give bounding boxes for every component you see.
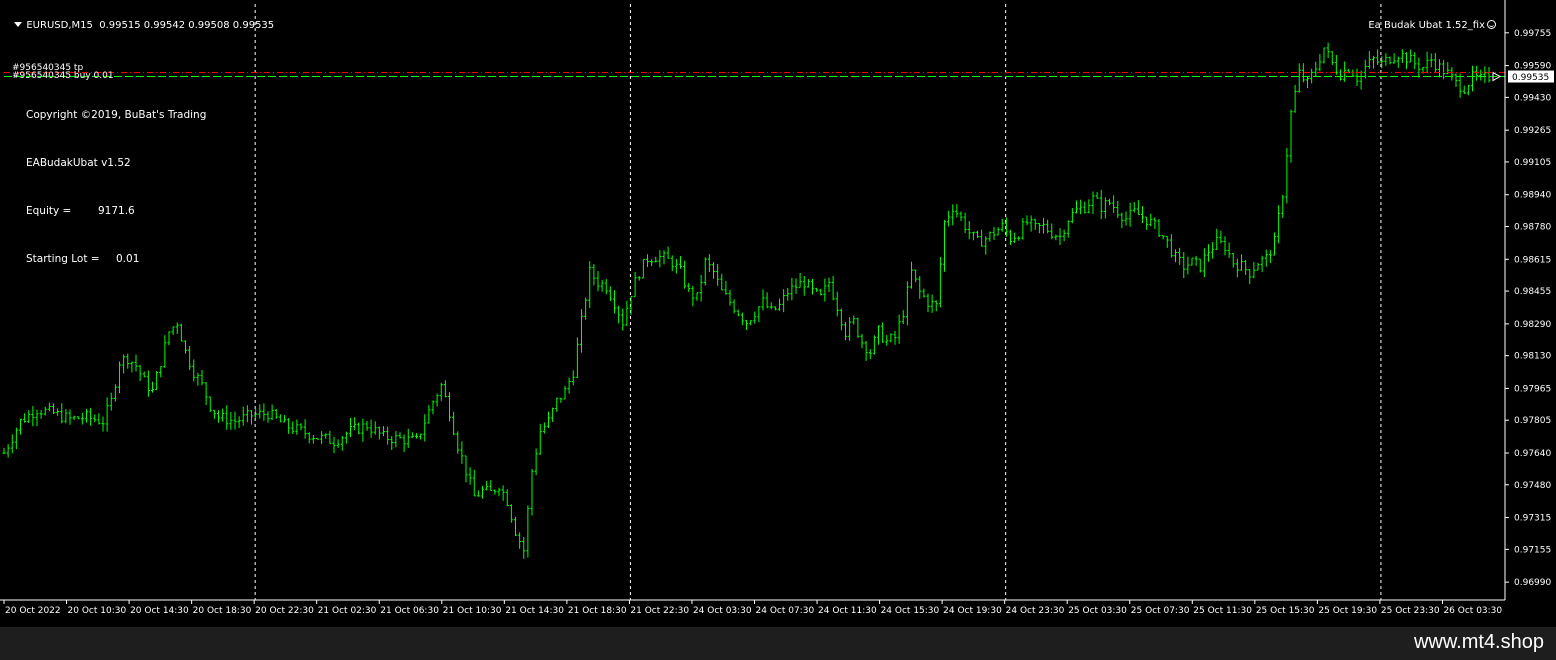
y-tick-label: 0.97640 xyxy=(1514,449,1551,459)
symbol-header[interactable]: EURUSD,M15 0.99515 0.99542 0.99508 0.995… xyxy=(8,8,274,32)
x-tick-label: 21 Oct 06:30 xyxy=(380,606,439,616)
x-tick-label: 21 Oct 10:30 xyxy=(443,606,502,616)
x-tick-label: 20 Oct 2022 xyxy=(5,606,61,616)
footer-bar: www.mt4.shop xyxy=(0,627,1556,660)
x-tick-label: 25 Oct 19:30 xyxy=(1318,606,1377,616)
watermark-text: www.mt4.shop xyxy=(1413,631,1544,653)
ohlc-values: 0.99515 0.99542 0.99508 0.99535 xyxy=(99,20,275,31)
y-tick-label: 0.98455 xyxy=(1514,287,1551,297)
y-tick-label: 0.98780 xyxy=(1514,223,1551,233)
ea-info-panel: Copyright ©2019, BuBat's Trading EABudak… xyxy=(26,75,206,283)
y-tick-label: 0.98615 xyxy=(1514,255,1551,265)
y-tick-label: 0.98130 xyxy=(1514,352,1551,362)
lot-label: Starting Lot = xyxy=(26,253,100,265)
y-tick-label: 0.99755 xyxy=(1514,29,1551,39)
x-tick-label: 21 Oct 18:30 xyxy=(568,606,627,616)
y-tick-label: 0.99105 xyxy=(1514,158,1551,168)
equity-value: 9171.6 xyxy=(98,205,135,217)
y-tick-label: 0.97805 xyxy=(1514,416,1551,426)
y-tick-label: 0.98940 xyxy=(1514,191,1551,201)
order-levels: 0.99535 xyxy=(4,70,1554,83)
y-tick-label: 0.99430 xyxy=(1514,93,1551,103)
y-tick-label: 0.99265 xyxy=(1514,126,1551,136)
x-tick-label: 24 Oct 03:30 xyxy=(693,606,752,616)
dropdown-arrow-icon[interactable] xyxy=(14,22,23,27)
x-tick-label: 25 Oct 03:30 xyxy=(1068,606,1127,616)
x-tick-label: 21 Oct 14:30 xyxy=(505,606,564,616)
y-tick-label: 0.99590 xyxy=(1514,62,1551,72)
x-tick-label: 20 Oct 14:30 xyxy=(130,606,189,616)
x-tick-label: 25 Oct 07:30 xyxy=(1131,606,1190,616)
x-tick-label: 26 Oct 03:30 xyxy=(1443,606,1502,616)
y-tick-label: 0.97315 xyxy=(1514,514,1551,524)
equity-label: Equity = xyxy=(26,205,72,217)
price-chart[interactable]: 0.99535 0.99755 0.99590 0.99430 0.99265 0.99… xyxy=(0,0,1556,627)
x-tick-label: 24 Oct 07:30 xyxy=(756,606,815,616)
x-tick-label: 20 Oct 18:30 xyxy=(193,606,252,616)
x-tick-label: 25 Oct 11:30 xyxy=(1193,606,1252,616)
smiley-icon xyxy=(1487,20,1496,29)
copyright-text: Copyright ©2019, BuBat's Trading xyxy=(26,109,207,121)
x-tick-label: 21 Oct 02:30 xyxy=(318,606,377,616)
lot-value: 0.01 xyxy=(116,253,140,265)
ea-label[interactable]: Ea Budak Ubat 1.52_fix xyxy=(1362,8,1496,32)
y-tick-label: 0.97965 xyxy=(1514,384,1551,394)
x-tick-label: 24 Oct 11:30 xyxy=(818,606,877,616)
ea-name-text: Ea Budak Ubat 1.52_fix xyxy=(1368,20,1485,31)
y-tick-label: 0.97480 xyxy=(1514,481,1551,491)
y-tick-label: 0.98290 xyxy=(1514,320,1551,330)
x-tick-label: 25 Oct 23:30 xyxy=(1381,606,1440,616)
x-tick-label: 20 Oct 22:30 xyxy=(255,606,314,616)
y-tick-label: 0.96990 xyxy=(1514,578,1551,588)
y-tick-label: 0.97155 xyxy=(1514,545,1551,555)
candles xyxy=(2,42,1491,559)
x-tick-label: 20 Oct 10:30 xyxy=(68,606,127,616)
x-tick-label: 24 Oct 23:30 xyxy=(1006,606,1065,616)
ea-version-text: EABudakUbat v1.52 xyxy=(26,157,131,169)
x-tick-label: 24 Oct 19:30 xyxy=(943,606,1002,616)
chart-grid xyxy=(254,4,1382,600)
x-tick-label: 21 Oct 22:30 xyxy=(630,606,689,616)
lot-row: Starting Lot = 0.01 xyxy=(26,251,206,267)
current-price-label: 0.99535 xyxy=(1512,73,1549,83)
equity-row: Equity = 9171.6 xyxy=(26,203,206,219)
x-tick-label: 24 Oct 15:30 xyxy=(881,606,940,616)
x-tick-label: 25 Oct 15:30 xyxy=(1256,606,1315,616)
symbol-name: EURUSD,M15 xyxy=(26,20,93,31)
